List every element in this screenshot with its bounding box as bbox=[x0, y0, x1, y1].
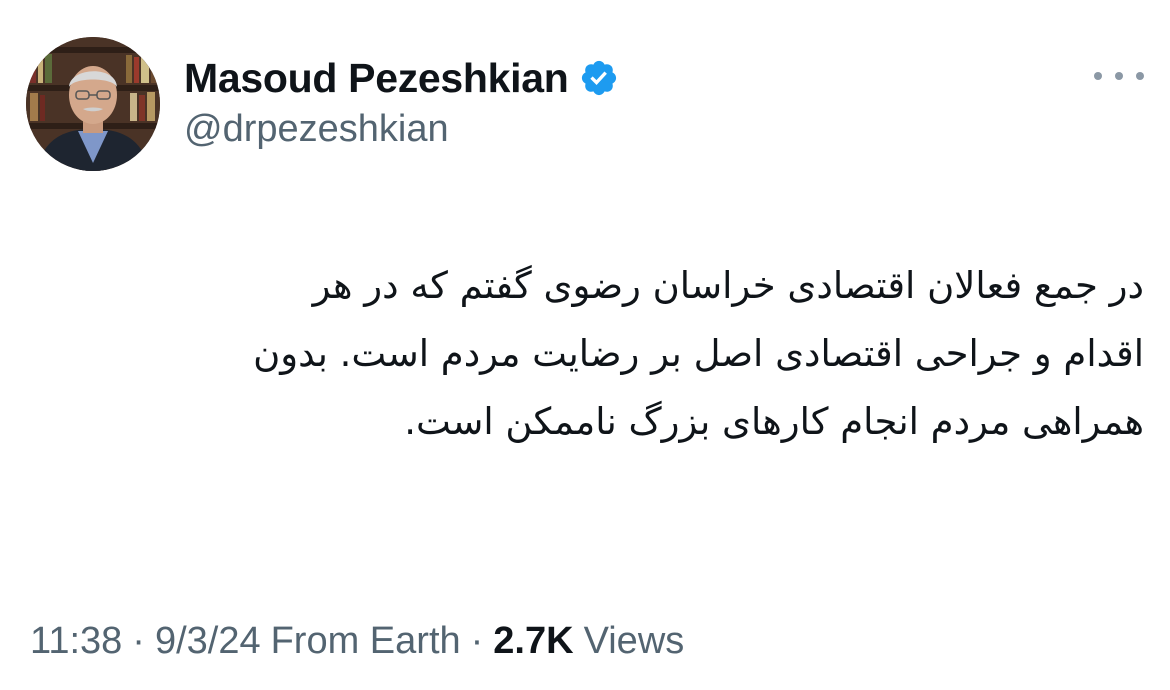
more-dot bbox=[1094, 72, 1102, 80]
display-name[interactable]: Masoud Pezeshkian bbox=[184, 55, 569, 102]
views-count[interactable]: 2.7K bbox=[493, 620, 573, 663]
tweet-text: در جمع فعالان اقتصادی خراسان رضوی گفتم ک… bbox=[30, 252, 1144, 456]
more-dot bbox=[1136, 72, 1144, 80]
author-handle[interactable]: @drpezeshkian bbox=[184, 108, 449, 151]
tweet-meta: 11:38 · 9/3/24 From Earth · 2.7K Views bbox=[30, 620, 684, 663]
more-dot bbox=[1115, 72, 1123, 80]
meta-separator: · bbox=[132, 620, 145, 662]
author-name-row: Masoud Pezeshkian bbox=[184, 52, 619, 104]
avatar[interactable] bbox=[26, 37, 160, 171]
tweet-text-line: در جمع فعالان اقتصادی خراسان رضوی گفتم ک… bbox=[312, 264, 1144, 307]
tweet-text-line: اقدام و جراحی اقتصادی اصل بر رضایت مردم … bbox=[253, 332, 1144, 375]
tweet-text-line: همراهی مردم انجام کارهای بزرگ ناممکن است… bbox=[404, 400, 1144, 443]
views-label: Views bbox=[583, 620, 685, 662]
tweet-time[interactable]: 11:38 bbox=[30, 620, 122, 663]
verified-badge-icon[interactable] bbox=[579, 58, 619, 98]
more-horizontal-icon[interactable] bbox=[1094, 58, 1144, 94]
tweet-source: From Earth bbox=[270, 620, 461, 662]
tweet-date[interactable]: 9/3/24 bbox=[155, 620, 261, 663]
meta-separator: · bbox=[470, 620, 484, 662]
tweet: Masoud Pezeshkian @drpezeshkian در جمع ف… bbox=[0, 0, 1170, 690]
